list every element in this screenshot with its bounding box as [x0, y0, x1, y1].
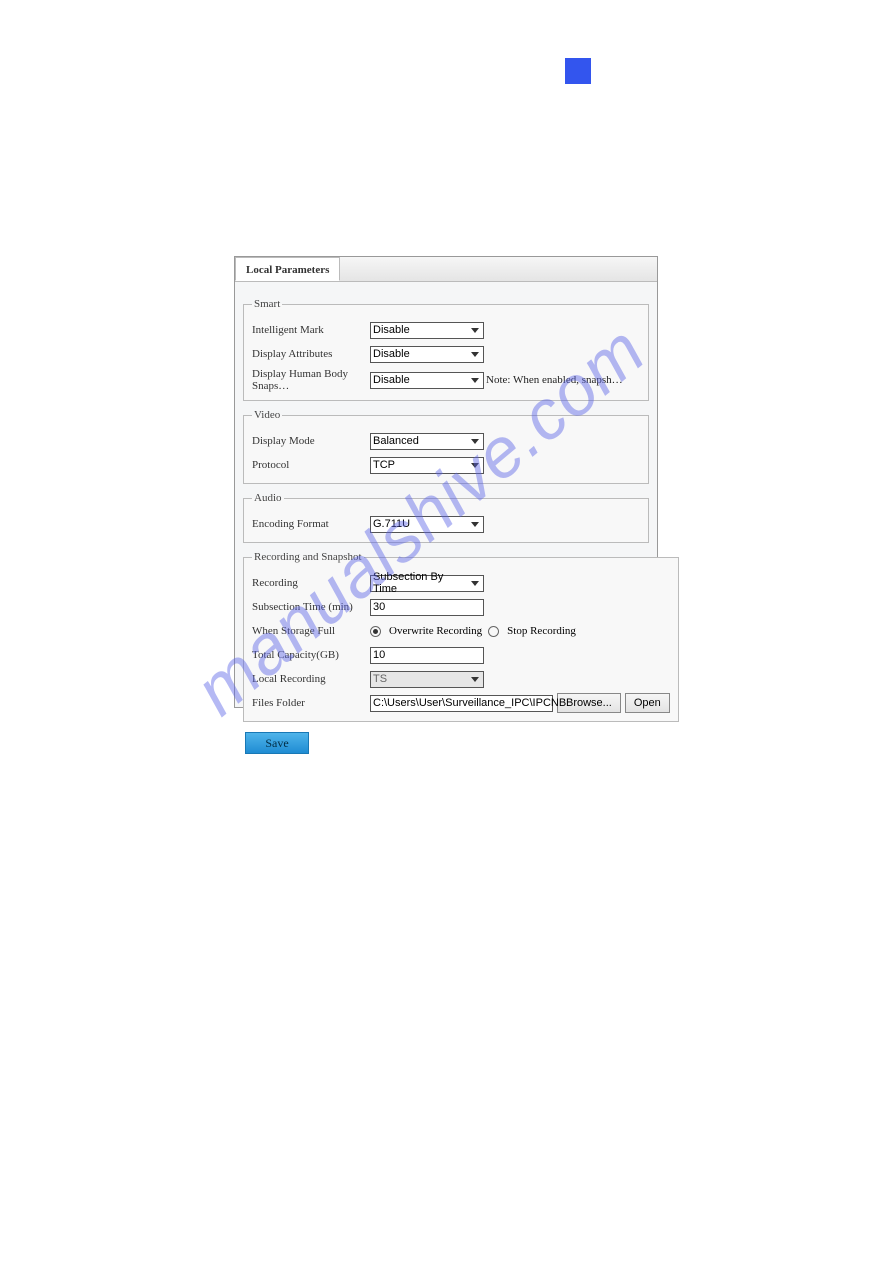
- video-fieldset: Video Display Mode Balanced Protocol TCP: [243, 409, 649, 484]
- files-folder-label: Files Folder: [252, 697, 370, 709]
- recording-label: Recording: [252, 577, 370, 589]
- recording-value: Subsection By Time: [373, 571, 467, 595]
- browse-button[interactable]: Browse...: [557, 693, 621, 713]
- display-human-value: Disable: [373, 374, 410, 386]
- video-legend: Video: [252, 409, 282, 421]
- panel-body: Smart Intelligent Mark Disable Display A…: [235, 282, 657, 764]
- stop-recording-radio[interactable]: [488, 626, 499, 637]
- smart-fieldset: Smart Intelligent Mark Disable Display A…: [243, 298, 649, 401]
- recording-legend: Recording and Snapshot: [252, 551, 364, 563]
- subsection-time-input[interactable]: 30: [370, 599, 484, 616]
- page-marker-square: [565, 58, 591, 84]
- display-attributes-select[interactable]: Disable: [370, 346, 484, 363]
- overwrite-recording-label: Overwrite Recording: [389, 625, 482, 637]
- local-parameters-panel: Local Parameters Smart Intelligent Mark …: [234, 256, 658, 708]
- files-folder-input[interactable]: C:\Users\User\Surveillance_IPC\IPCNB: [370, 695, 553, 712]
- intelligent-mark-select[interactable]: Disable: [370, 322, 484, 339]
- storage-full-radio-group: Overwrite Recording Stop Recording: [370, 625, 576, 637]
- recording-select[interactable]: Subsection By Time: [370, 575, 484, 592]
- stop-recording-label: Stop Recording: [507, 625, 576, 637]
- protocol-label: Protocol: [252, 459, 370, 471]
- protocol-value: TCP: [373, 459, 395, 471]
- encoding-format-value: G.711U: [373, 518, 410, 530]
- save-button[interactable]: Save: [245, 732, 309, 754]
- tab-local-parameters[interactable]: Local Parameters: [235, 257, 340, 281]
- total-capacity-label: Total Capacity(GB): [252, 649, 370, 661]
- display-human-label: Display Human Body Snaps…: [252, 368, 370, 392]
- display-human-select[interactable]: Disable: [370, 372, 484, 389]
- intelligent-mark-label: Intelligent Mark: [252, 324, 370, 336]
- encoding-format-label: Encoding Format: [252, 518, 370, 530]
- display-human-note: Note: When enabled, snapsh…: [486, 374, 623, 386]
- display-mode-select[interactable]: Balanced: [370, 433, 484, 450]
- audio-legend: Audio: [252, 492, 284, 504]
- encoding-format-select[interactable]: G.711U: [370, 516, 484, 533]
- display-mode-value: Balanced: [373, 435, 419, 447]
- total-capacity-value: 10: [373, 649, 385, 661]
- local-recording-label: Local Recording: [252, 673, 370, 685]
- display-attributes-value: Disable: [373, 348, 410, 360]
- protocol-select[interactable]: TCP: [370, 457, 484, 474]
- smart-legend: Smart: [252, 298, 282, 310]
- recording-fieldset: Recording and Snapshot Recording Subsect…: [243, 551, 679, 722]
- intelligent-mark-value: Disable: [373, 324, 410, 336]
- subsection-time-label: Subsection Time (min): [252, 601, 370, 613]
- overwrite-recording-radio[interactable]: [370, 626, 381, 637]
- open-button[interactable]: Open: [625, 693, 670, 713]
- display-mode-label: Display Mode: [252, 435, 370, 447]
- audio-fieldset: Audio Encoding Format G.711U: [243, 492, 649, 543]
- files-folder-value: C:\Users\User\Surveillance_IPC\IPCNB: [373, 697, 566, 709]
- storage-full-label: When Storage Full: [252, 625, 370, 637]
- total-capacity-input[interactable]: 10: [370, 647, 484, 664]
- local-recording-select: TS: [370, 671, 484, 688]
- local-recording-value: TS: [373, 673, 387, 685]
- subsection-time-value: 30: [373, 601, 385, 613]
- display-attributes-label: Display Attributes: [252, 348, 370, 360]
- tab-bar: Local Parameters: [235, 257, 657, 282]
